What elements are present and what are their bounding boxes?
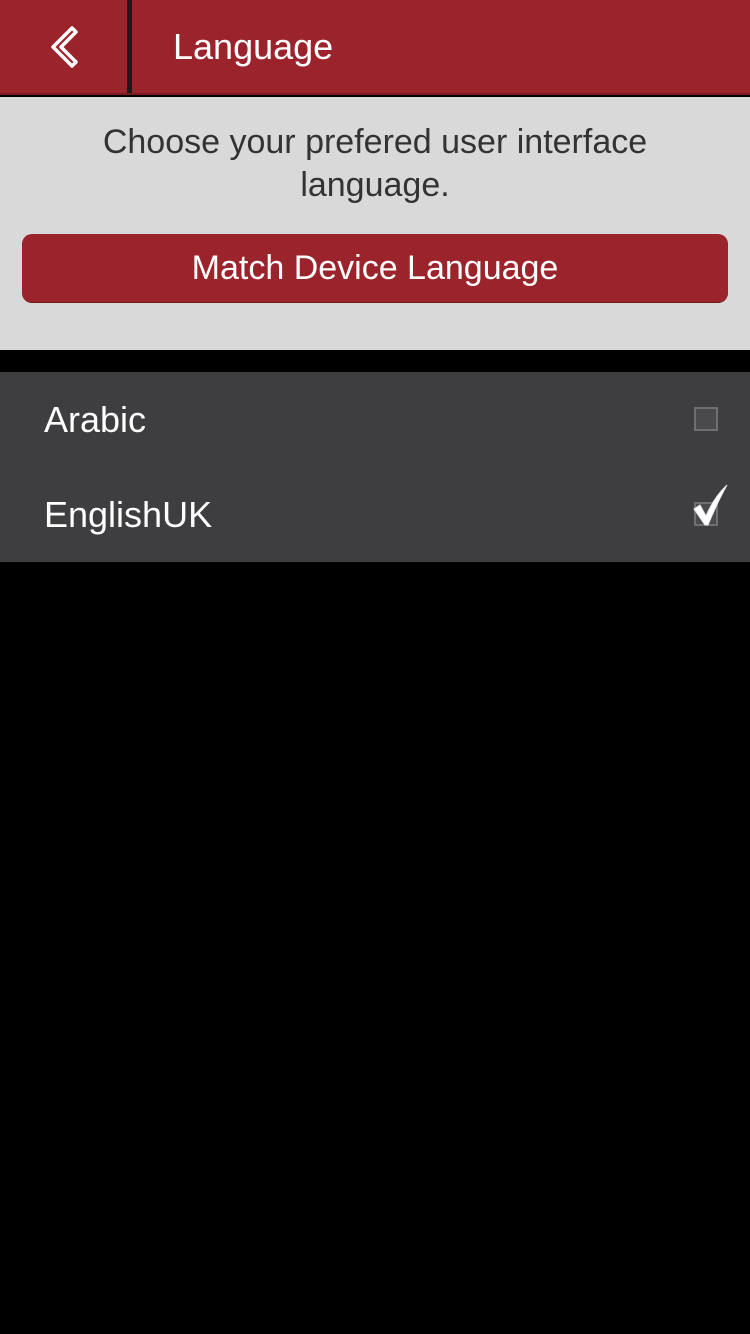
list-item-englishuk[interactable]: EnglishUK <box>0 467 750 562</box>
list-item-arabic[interactable]: Arabic <box>0 372 750 467</box>
language-screen: Language Choose your prefered user inter… <box>0 0 750 1334</box>
checkmark-icon <box>690 483 730 534</box>
language-label: Arabic <box>44 399 147 440</box>
language-label: EnglishUK <box>44 494 213 535</box>
intro-panel: Choose your prefered user interface lang… <box>0 97 750 350</box>
chevron-left-icon <box>47 25 81 69</box>
page-title: Language <box>173 26 334 67</box>
language-list: Arabic EnglishUK <box>0 372 750 562</box>
back-button[interactable] <box>0 0 127 93</box>
intro-description: Choose your prefered user interface lang… <box>102 123 648 204</box>
header-bar: Language <box>0 0 750 95</box>
header-divider <box>127 0 132 93</box>
checkbox-unchecked-icon[interactable] <box>694 407 718 431</box>
match-device-language-button[interactable]: Match Device Language <box>22 234 728 302</box>
